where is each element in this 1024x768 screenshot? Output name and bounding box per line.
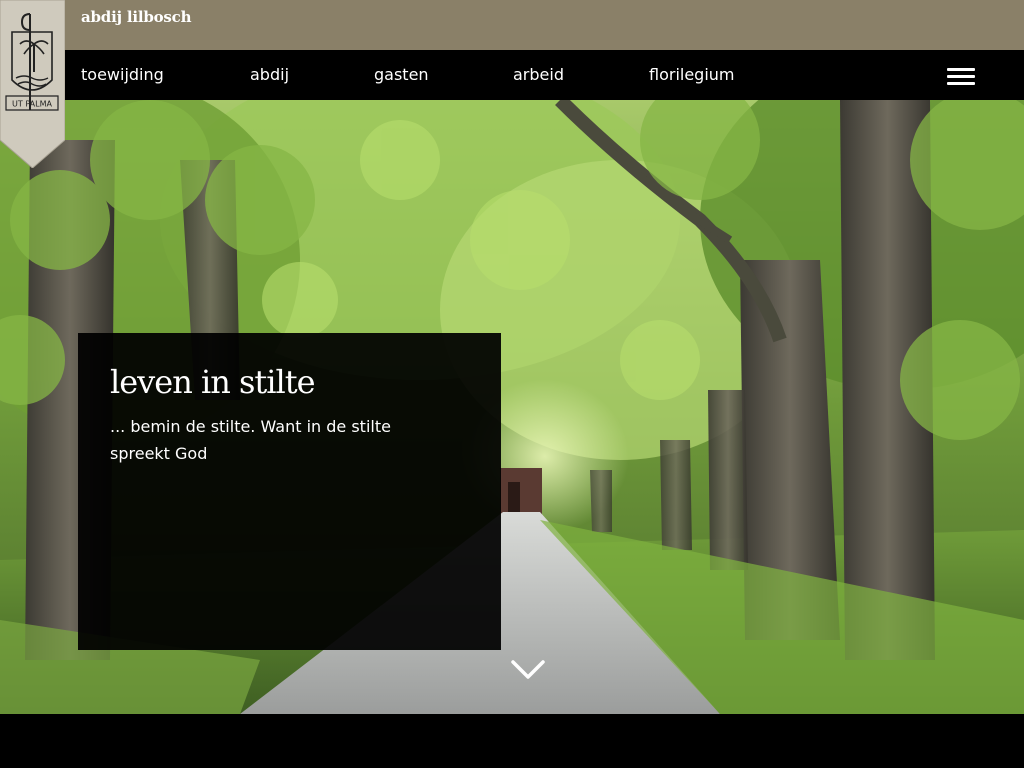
hero-caption: leven in stilte ... bemin de stilte. Wan… [78, 333, 501, 650]
chevron-down-icon[interactable] [510, 658, 546, 684]
footer-band [0, 714, 1024, 768]
page: abdij lilbosch toewijding abdij gasten a… [0, 0, 1024, 768]
main-nav: toewijding abdij gasten arbeid florilegi… [0, 50, 1024, 100]
hero-text: ... bemin de stilte. Want in de stilte s… [110, 417, 391, 463]
nav-item-toewijding[interactable]: toewijding [81, 65, 164, 84]
hamburger-menu-icon[interactable] [944, 66, 978, 88]
nav-item-florilegium[interactable]: florilegium [649, 65, 735, 84]
nav-item-gasten[interactable]: gasten [374, 65, 429, 84]
logo-motto: UT PALMA [12, 100, 52, 109]
abbey-crest-icon[interactable]: UT PALMA [0, 0, 66, 169]
nav-item-abdij[interactable]: abdij [250, 65, 289, 84]
nav-item-arbeid[interactable]: arbeid [513, 65, 564, 84]
site-title[interactable]: abdij lilbosch [81, 8, 192, 26]
top-bar: abdij lilbosch [0, 0, 1024, 50]
hero-title: leven in stilte [110, 363, 316, 401]
